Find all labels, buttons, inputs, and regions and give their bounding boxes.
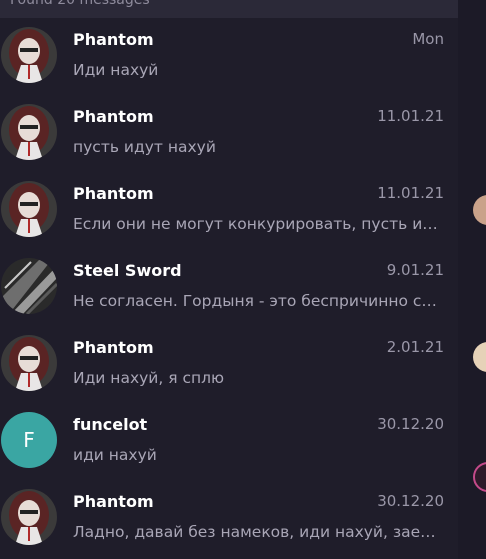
sender-name: Phantom [73,184,154,203]
phantom-avatar-photo [1,27,57,83]
avatar [1,489,57,545]
message-result-row[interactable]: Steel Sword 9.01.21 Не согласен. Гордыня… [0,249,458,326]
phantom-avatar-photo [1,489,57,545]
message-result-row[interactable]: Phantom 30.12.20 Ладно, давай без намеко… [0,480,458,557]
message-preview: Не согласен. Гордыня - это беспричинно с… [73,292,443,310]
sender-name: Steel Sword [73,261,182,280]
avatar: F [1,412,57,468]
phantom-avatar-photo [1,104,57,160]
steel-sword-avatar-photo [1,258,57,314]
phantom-avatar-photo [1,335,57,391]
sender-name: Phantom [73,338,154,357]
message-result-row[interactable]: Phantom 2.01.21 Иди нахуй, я сплю [0,326,458,403]
sender-name: Phantom [73,30,154,49]
message-date: 30.12.20 [377,492,444,510]
phantom-avatar-photo [1,181,57,237]
message-date: 30.12.20 [377,415,444,433]
message-preview: Если они не могут конкурировать, пусть и… [73,215,443,233]
results-count-header: Found 20 messages [0,0,458,18]
message-result-row[interactable]: Phantom 11.01.21 Если они не могут конку… [0,172,458,249]
message-preview: иди нахуй [73,446,157,464]
avatar [1,181,57,237]
message-preview: Иди нахуй [73,61,159,79]
avatar [1,104,57,160]
avatar [1,335,57,391]
sender-name: Phantom [73,492,154,511]
avatar [1,27,57,83]
avatar [1,258,57,314]
message-preview: пусть идут нахуй [73,138,216,156]
message-result-row[interactable]: Phantom 11.01.21 пусть идут нахуй [0,95,458,172]
message-result-row[interactable]: Phantom Mon Иди нахуй [0,18,458,95]
search-results-panel: Found 20 messages Phantom Mon Иди нахуй [0,0,458,559]
message-date: 11.01.21 [377,107,444,125]
message-date: 9.01.21 [386,261,444,279]
message-result-row[interactable]: F funcelot 30.12.20 иди нахуй [0,403,458,480]
message-preview: Ладно, давай без намеков, иди нахуй, зае… [73,523,443,541]
sender-name: funcelot [73,415,148,434]
message-date: 2.01.21 [386,338,444,356]
message-date: Mon [412,30,444,48]
sender-name: Phantom [73,107,154,126]
message-preview: Иди нахуй, я сплю [73,369,225,387]
message-date: 11.01.21 [377,184,444,202]
